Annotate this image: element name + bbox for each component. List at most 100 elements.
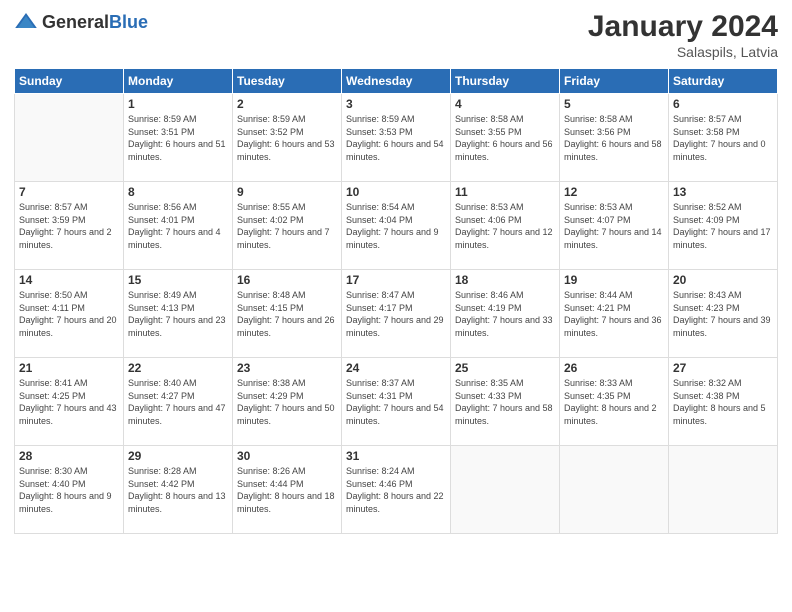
calendar-cell <box>669 446 778 534</box>
day-info: Sunrise: 8:53 AMSunset: 4:07 PMDaylight:… <box>564 201 664 251</box>
logo-icon <box>14 10 38 34</box>
day-info: Sunrise: 8:46 AMSunset: 4:19 PMDaylight:… <box>455 289 555 339</box>
col-friday: Friday <box>560 69 669 94</box>
day-info: Sunrise: 8:48 AMSunset: 4:15 PMDaylight:… <box>237 289 337 339</box>
calendar-cell: 1 Sunrise: 8:59 AMSunset: 3:51 PMDaylight… <box>124 94 233 182</box>
day-info: Sunrise: 8:47 AMSunset: 4:17 PMDaylight:… <box>346 289 446 339</box>
day-info: Sunrise: 8:24 AMSunset: 4:46 PMDaylight:… <box>346 465 446 515</box>
day-number: 31 <box>346 449 446 463</box>
day-number: 8 <box>128 185 228 199</box>
calendar-cell: 31 Sunrise: 8:24 AMSunset: 4:46 PMDayligh… <box>342 446 451 534</box>
day-info: Sunrise: 8:43 AMSunset: 4:23 PMDaylight:… <box>673 289 773 339</box>
calendar-week-3: 14Sunrise: 8:50 AMSunset: 4:11 PMDayligh… <box>15 270 778 358</box>
calendar-week-1: 1 Sunrise: 8:59 AMSunset: 3:51 PMDaylight… <box>15 94 778 182</box>
day-info: Sunrise: 8:55 AMSunset: 4:02 PMDaylight:… <box>237 201 337 251</box>
day-number: 1 <box>128 97 228 111</box>
calendar-week-2: 7 Sunrise: 8:57 AMSunset: 3:59 PMDaylight… <box>15 182 778 270</box>
day-number: 25 <box>455 361 555 375</box>
day-number: 19 <box>564 273 664 287</box>
day-info: Sunrise: 8:56 AMSunset: 4:01 PMDaylight:… <box>128 201 228 251</box>
title-block: January 2024 Salaspils, Latvia <box>588 10 778 60</box>
day-number: 5 <box>564 97 664 111</box>
calendar-cell: 10Sunrise: 8:54 AMSunset: 4:04 PMDayligh… <box>342 182 451 270</box>
calendar-cell: 23Sunrise: 8:38 AMSunset: 4:29 PMDayligh… <box>233 358 342 446</box>
page-container: GeneralBlue January 2024 Salaspils, Latv… <box>0 0 792 544</box>
day-info: Sunrise: 8:57 AMSunset: 3:59 PMDaylight:… <box>19 201 119 251</box>
calendar-cell: 15 Sunrise: 8:49 AMSunset: 4:13 PMDayligh… <box>124 270 233 358</box>
calendar-table: Sunday Monday Tuesday Wednesday Thursday… <box>14 68 778 534</box>
day-number: 7 <box>19 185 119 199</box>
calendar-cell <box>560 446 669 534</box>
day-number: 15 <box>128 273 228 287</box>
calendar-cell: 29 Sunrise: 8:28 AMSunset: 4:42 PMDayligh… <box>124 446 233 534</box>
day-number: 21 <box>19 361 119 375</box>
calendar-cell: 25 Sunrise: 8:35 AMSunset: 4:33 PMDayligh… <box>451 358 560 446</box>
calendar-cell: 7 Sunrise: 8:57 AMSunset: 3:59 PMDaylight… <box>15 182 124 270</box>
day-number: 16 <box>237 273 337 287</box>
day-number: 27 <box>673 361 773 375</box>
day-info: Sunrise: 8:59 AMSunset: 3:52 PMDaylight:… <box>237 113 337 163</box>
day-info: Sunrise: 8:35 AMSunset: 4:33 PMDaylight:… <box>455 377 555 427</box>
calendar-cell: 27 Sunrise: 8:32 AMSunset: 4:38 PMDayligh… <box>669 358 778 446</box>
day-number: 2 <box>237 97 337 111</box>
calendar-cell: 12 Sunrise: 8:53 AMSunset: 4:07 PMDayligh… <box>560 182 669 270</box>
col-sunday: Sunday <box>15 69 124 94</box>
day-info: Sunrise: 8:37 AMSunset: 4:31 PMDaylight:… <box>346 377 446 427</box>
day-info: Sunrise: 8:49 AMSunset: 4:13 PMDaylight:… <box>128 289 228 339</box>
day-number: 3 <box>346 97 446 111</box>
day-number: 28 <box>19 449 119 463</box>
day-info: Sunrise: 8:50 AMSunset: 4:11 PMDaylight:… <box>19 289 119 339</box>
calendar-cell: 16 Sunrise: 8:48 AMSunset: 4:15 PMDayligh… <box>233 270 342 358</box>
col-thursday: Thursday <box>451 69 560 94</box>
day-number: 9 <box>237 185 337 199</box>
col-monday: Monday <box>124 69 233 94</box>
day-number: 13 <box>673 185 773 199</box>
day-number: 24 <box>346 361 446 375</box>
day-number: 23 <box>237 361 337 375</box>
logo: GeneralBlue <box>14 10 148 34</box>
calendar-cell: 18 Sunrise: 8:46 AMSunset: 4:19 PMDayligh… <box>451 270 560 358</box>
day-info: Sunrise: 8:28 AMSunset: 4:42 PMDaylight:… <box>128 465 228 515</box>
calendar-cell <box>451 446 560 534</box>
day-info: Sunrise: 8:53 AMSunset: 4:06 PMDaylight:… <box>455 201 555 251</box>
col-saturday: Saturday <box>669 69 778 94</box>
day-number: 4 <box>455 97 555 111</box>
calendar-cell: 30 Sunrise: 8:26 AMSunset: 4:44 PMDayligh… <box>233 446 342 534</box>
day-info: Sunrise: 8:58 AMSunset: 3:55 PMDaylight:… <box>455 113 555 163</box>
calendar-cell: 11 Sunrise: 8:53 AMSunset: 4:06 PMDayligh… <box>451 182 560 270</box>
calendar-cell: 28Sunrise: 8:30 AMSunset: 4:40 PMDayligh… <box>15 446 124 534</box>
logo-blue: Blue <box>109 12 148 32</box>
day-info: Sunrise: 8:32 AMSunset: 4:38 PMDaylight:… <box>673 377 773 427</box>
calendar-cell: 14Sunrise: 8:50 AMSunset: 4:11 PMDayligh… <box>15 270 124 358</box>
calendar-cell: 24 Sunrise: 8:37 AMSunset: 4:31 PMDayligh… <box>342 358 451 446</box>
day-info: Sunrise: 8:59 AMSunset: 3:53 PMDaylight:… <box>346 113 446 163</box>
day-number: 18 <box>455 273 555 287</box>
day-info: Sunrise: 8:57 AMSunset: 3:58 PMDaylight:… <box>673 113 773 163</box>
calendar-cell: 3 Sunrise: 8:59 AMSunset: 3:53 PMDaylight… <box>342 94 451 182</box>
col-wednesday: Wednesday <box>342 69 451 94</box>
calendar-cell: 26Sunrise: 8:33 AMSunset: 4:35 PMDayligh… <box>560 358 669 446</box>
day-info: Sunrise: 8:40 AMSunset: 4:27 PMDaylight:… <box>128 377 228 427</box>
calendar-cell: 13 Sunrise: 8:52 AMSunset: 4:09 PMDayligh… <box>669 182 778 270</box>
calendar-cell: 6 Sunrise: 8:57 AMSunset: 3:58 PMDaylight… <box>669 94 778 182</box>
calendar-cell: 19 Sunrise: 8:44 AMSunset: 4:21 PMDayligh… <box>560 270 669 358</box>
day-number: 17 <box>346 273 446 287</box>
day-info: Sunrise: 8:41 AMSunset: 4:25 PMDaylight:… <box>19 377 119 427</box>
day-info: Sunrise: 8:59 AMSunset: 3:51 PMDaylight:… <box>128 113 228 163</box>
calendar-cell: 21 Sunrise: 8:41 AMSunset: 4:25 PMDayligh… <box>15 358 124 446</box>
day-number: 12 <box>564 185 664 199</box>
day-info: Sunrise: 8:58 AMSunset: 3:56 PMDaylight:… <box>564 113 664 163</box>
day-info: Sunrise: 8:44 AMSunset: 4:21 PMDaylight:… <box>564 289 664 339</box>
day-number: 30 <box>237 449 337 463</box>
header-row: Sunday Monday Tuesday Wednesday Thursday… <box>15 69 778 94</box>
day-number: 11 <box>455 185 555 199</box>
calendar-cell: 9 Sunrise: 8:55 AMSunset: 4:02 PMDaylight… <box>233 182 342 270</box>
calendar-cell: 8 Sunrise: 8:56 AMSunset: 4:01 PMDaylight… <box>124 182 233 270</box>
day-info: Sunrise: 8:26 AMSunset: 4:44 PMDaylight:… <box>237 465 337 515</box>
day-number: 29 <box>128 449 228 463</box>
calendar-cell: 5 Sunrise: 8:58 AMSunset: 3:56 PMDaylight… <box>560 94 669 182</box>
day-number: 6 <box>673 97 773 111</box>
day-info: Sunrise: 8:33 AMSunset: 4:35 PMDaylight:… <box>564 377 664 427</box>
calendar-cell: 22Sunrise: 8:40 AMSunset: 4:27 PMDayligh… <box>124 358 233 446</box>
day-info: Sunrise: 8:52 AMSunset: 4:09 PMDaylight:… <box>673 201 773 251</box>
